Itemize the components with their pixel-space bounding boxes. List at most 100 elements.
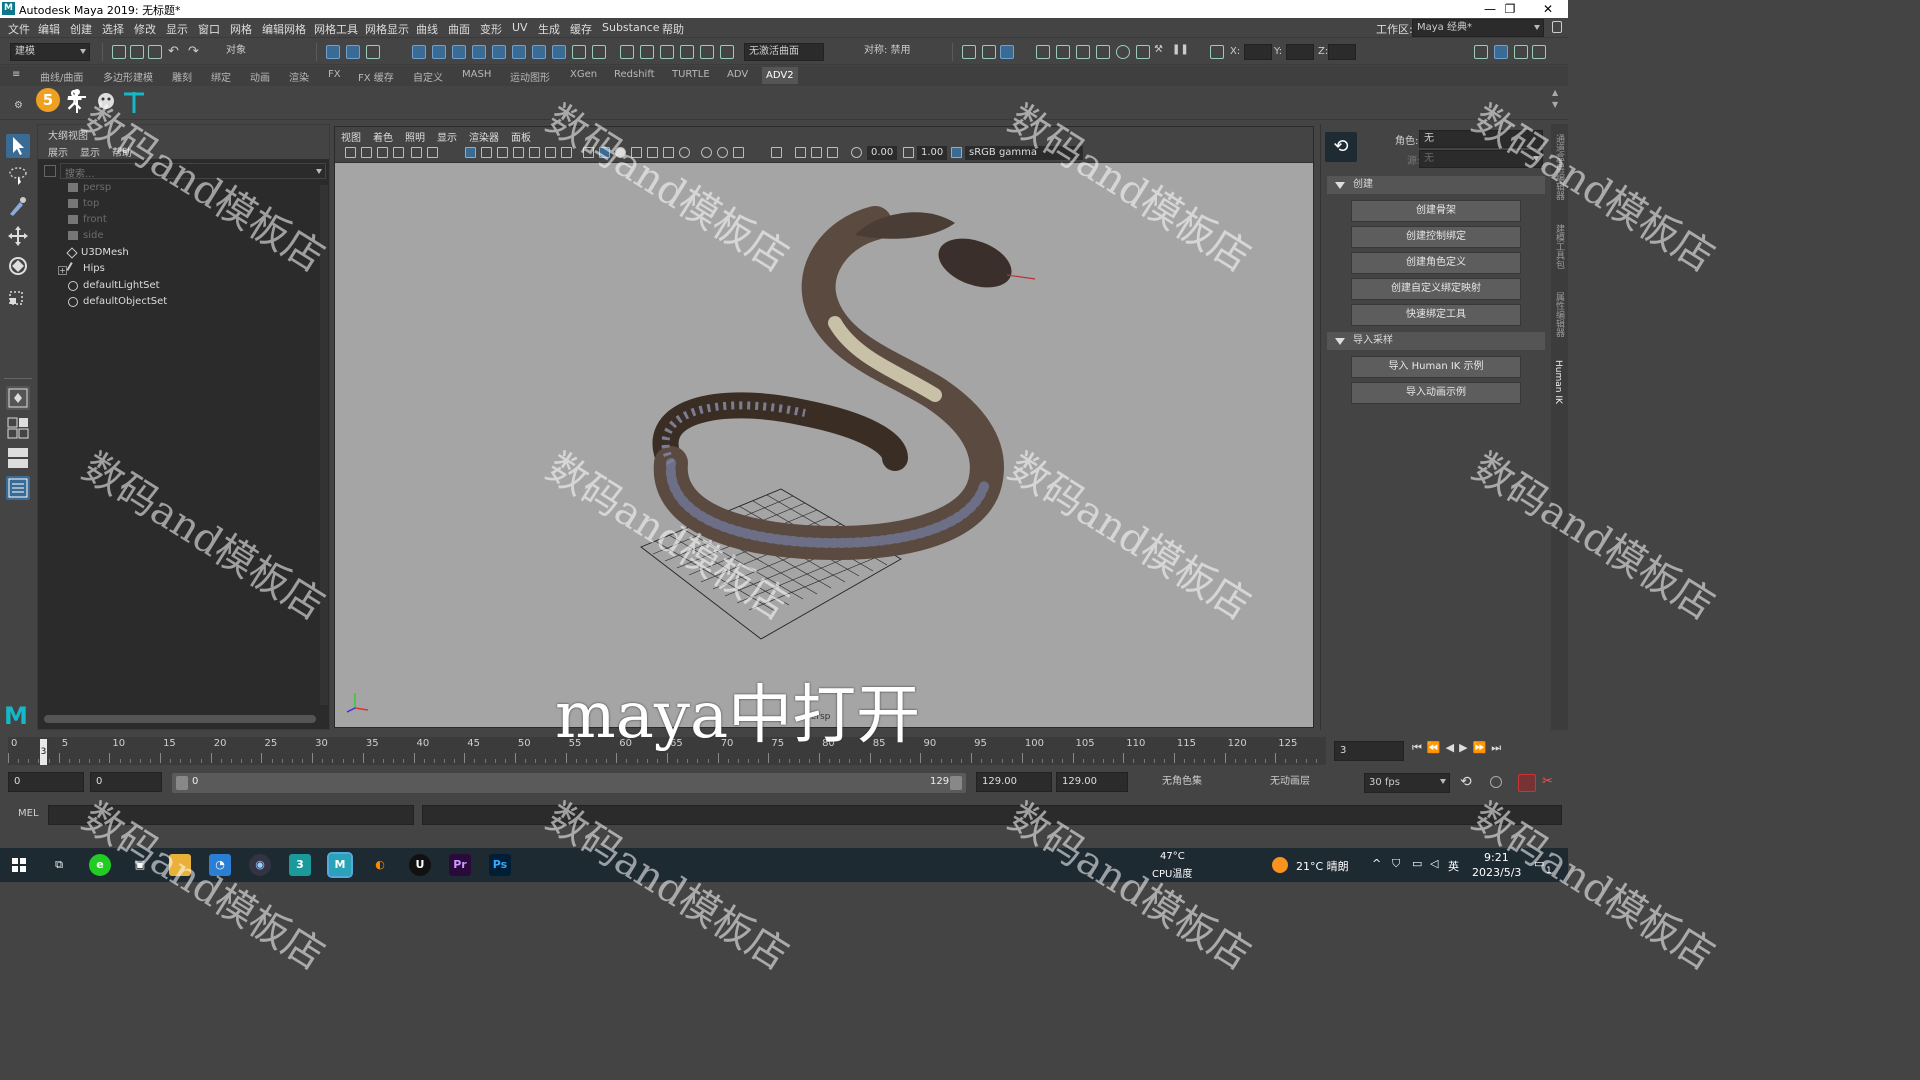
- select-component-icon[interactable]: [366, 45, 380, 59]
- outliner-scrollbar[interactable]: [320, 185, 328, 705]
- camera-attrs-icon[interactable]: [361, 147, 372, 158]
- loop-icon[interactable]: ⟲: [1460, 774, 1472, 790]
- menu-curves[interactable]: 曲线: [416, 21, 438, 37]
- magnet-icon[interactable]: [700, 45, 714, 59]
- redo-icon[interactable]: ↷: [188, 44, 199, 59]
- modeling-toolkit-icon[interactable]: [1474, 45, 1488, 59]
- step-back-key-icon[interactable]: ⏪: [1427, 741, 1446, 754]
- grease-pencil-icon[interactable]: [411, 147, 422, 158]
- fit-skeleton-icon[interactable]: [120, 88, 148, 114]
- textured-icon[interactable]: [647, 147, 658, 158]
- construction-plane-icon[interactable]: [660, 45, 674, 59]
- range-end-handle[interactable]: [950, 776, 962, 790]
- menu-create[interactable]: 创建: [70, 21, 92, 37]
- xray-components-icon[interactable]: [827, 147, 838, 158]
- rotate-tool-icon[interactable]: [6, 254, 30, 278]
- film-gate-icon[interactable]: [481, 147, 492, 158]
- shelf-tab-curves[interactable]: 曲线/曲面: [40, 69, 83, 84]
- color-management-icon[interactable]: [951, 147, 962, 158]
- file-explorer-icon[interactable]: [169, 854, 191, 876]
- outliner-menu-show[interactable]: 展示: [48, 144, 68, 159]
- select-tool-icon[interactable]: [6, 134, 30, 158]
- resolution-gate-icon[interactable]: [497, 147, 508, 158]
- smooth-shade-icon[interactable]: [599, 147, 610, 158]
- viewport-menu-show[interactable]: 显示: [437, 129, 457, 144]
- lasso-tool-icon[interactable]: [6, 164, 30, 188]
- start-time-field[interactable]: 0: [8, 772, 84, 792]
- mel-input[interactable]: [48, 805, 414, 825]
- shelf-tab-rigging[interactable]: 绑定: [211, 69, 231, 84]
- current-frame-field[interactable]: 3: [1334, 741, 1404, 761]
- workspace-dropdown[interactable]: Maya 经典*: [1412, 19, 1544, 37]
- isolate-select-icon[interactable]: [771, 147, 782, 158]
- character-dropdown[interactable]: 无: [1419, 130, 1543, 148]
- menu-substance[interactable]: Substance: [602, 21, 660, 34]
- auto-key-icon[interactable]: [1518, 774, 1536, 792]
- shelf-tab-sculpt[interactable]: 雕刻: [172, 69, 192, 84]
- maya-taskbar-icon[interactable]: M: [327, 852, 353, 878]
- menu-mesh-display[interactable]: 网格显示: [365, 21, 409, 37]
- security-shield-icon[interactable]: ⛉: [1392, 857, 1400, 871]
- menu-edit[interactable]: 编辑: [38, 21, 60, 37]
- snap-grid-icon[interactable]: [412, 45, 426, 59]
- xray-joints-icon[interactable]: [811, 147, 822, 158]
- outliner-item-front[interactable]: front: [68, 214, 107, 230]
- select-hierarchy-icon[interactable]: [326, 45, 340, 59]
- menu-cache[interactable]: 缓存: [570, 21, 592, 37]
- symmetry-dropdown[interactable]: 对称: 禁用: [860, 43, 940, 61]
- end-time-field[interactable]: 129.00: [1056, 772, 1128, 792]
- y-coord-input[interactable]: [1286, 44, 1314, 60]
- motion-blur-icon[interactable]: [717, 147, 728, 158]
- output-ops-icon[interactable]: [640, 45, 654, 59]
- clock-time[interactable]: 9:21: [1484, 851, 1509, 864]
- menu-surfaces[interactable]: 曲面: [448, 21, 470, 37]
- blender-icon[interactable]: ◐: [369, 854, 391, 876]
- weather-sun-icon[interactable]: [1272, 857, 1288, 873]
- volume-icon[interactable]: ◁: [1430, 857, 1438, 870]
- outliner-menu-display[interactable]: 显示: [80, 144, 100, 159]
- tool-settings-icon[interactable]: [1514, 45, 1528, 59]
- shelf-tab-turtle[interactable]: TURTLE: [672, 69, 710, 80]
- layout-two-view-icon[interactable]: [6, 446, 30, 470]
- mel-label[interactable]: MEL: [18, 808, 39, 819]
- create-character-definition-button[interactable]: 创建角色定义: [1351, 252, 1521, 274]
- viewport-menu-lighting[interactable]: 照明: [405, 129, 425, 144]
- outliner-item-top[interactable]: top: [68, 198, 99, 214]
- bookmarks-icon[interactable]: [377, 147, 388, 158]
- shadows-icon[interactable]: [679, 147, 690, 158]
- expand-hips-icon[interactable]: +: [58, 266, 67, 275]
- fps-dropdown[interactable]: 30 fps: [1364, 773, 1450, 793]
- app-blue-icon[interactable]: ◔: [209, 854, 231, 876]
- snap-edge-icon[interactable]: [512, 45, 526, 59]
- snap-live-icon[interactable]: [532, 45, 546, 59]
- shelf-tab-adv2[interactable]: ADV2: [762, 67, 798, 84]
- create-control-rig-button[interactable]: 创建控制绑定: [1351, 226, 1521, 248]
- menu-mesh[interactable]: 网格: [230, 21, 252, 37]
- layout-four-view-icon[interactable]: [6, 416, 30, 440]
- humanik-logo-icon[interactable]: ⟲: [1325, 132, 1357, 162]
- menu-uv[interactable]: UV: [512, 21, 528, 34]
- shelf-tab-motion-graphics[interactable]: 运动图形: [510, 69, 550, 84]
- render-current-icon[interactable]: [962, 45, 976, 59]
- clock-date[interactable]: 2023/5/3: [1472, 866, 1521, 879]
- default-material-icon[interactable]: [615, 147, 626, 158]
- shelf-tab-mash[interactable]: MASH: [462, 69, 491, 80]
- shelf-tab-poly[interactable]: 多边形建模: [103, 69, 153, 84]
- view-transform-dropdown[interactable]: sRGB gamma: [965, 146, 1083, 160]
- create-custom-rig-mapping-button[interactable]: 创建自定义绑定映射: [1351, 278, 1521, 300]
- close-button[interactable]: ✕: [1538, 1, 1558, 17]
- step-back-frame-icon[interactable]: ◀: [1446, 741, 1459, 754]
- snap-point-icon[interactable]: [452, 45, 466, 59]
- channel-box-icon[interactable]: [1532, 45, 1546, 59]
- lock-icon[interactable]: [1552, 21, 1562, 33]
- redshift-settings-icon[interactable]: [1136, 45, 1150, 59]
- shelf-tab-custom[interactable]: 自定义: [413, 69, 443, 84]
- menu-modify[interactable]: 修改: [134, 21, 156, 37]
- shelf-tab-fx[interactable]: FX: [328, 69, 341, 80]
- soft-select-icon[interactable]: [720, 45, 734, 59]
- app-round-icon[interactable]: ◉: [249, 854, 271, 876]
- use-lights-icon[interactable]: [663, 147, 674, 158]
- shelf-scroll-down-icon[interactable]: ▼: [1552, 100, 1558, 109]
- undo-icon[interactable]: ↶: [168, 44, 179, 59]
- step-forward-key-icon[interactable]: ⏩: [1473, 741, 1492, 754]
